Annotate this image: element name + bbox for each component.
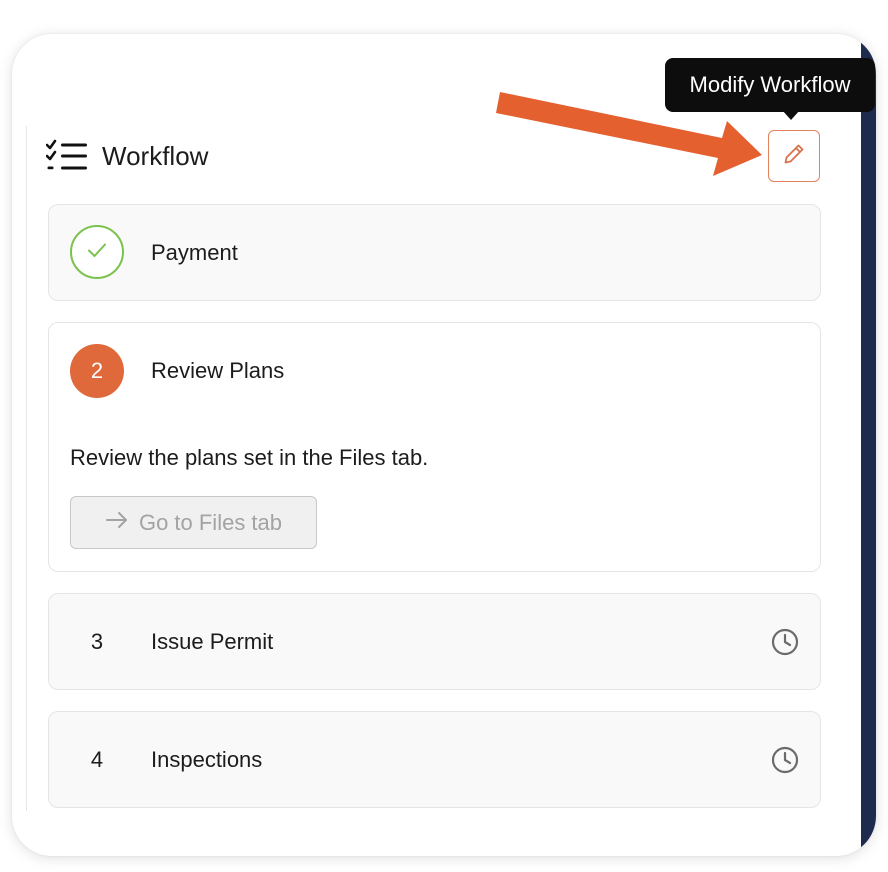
annotation-arrow bbox=[496, 92, 762, 176]
